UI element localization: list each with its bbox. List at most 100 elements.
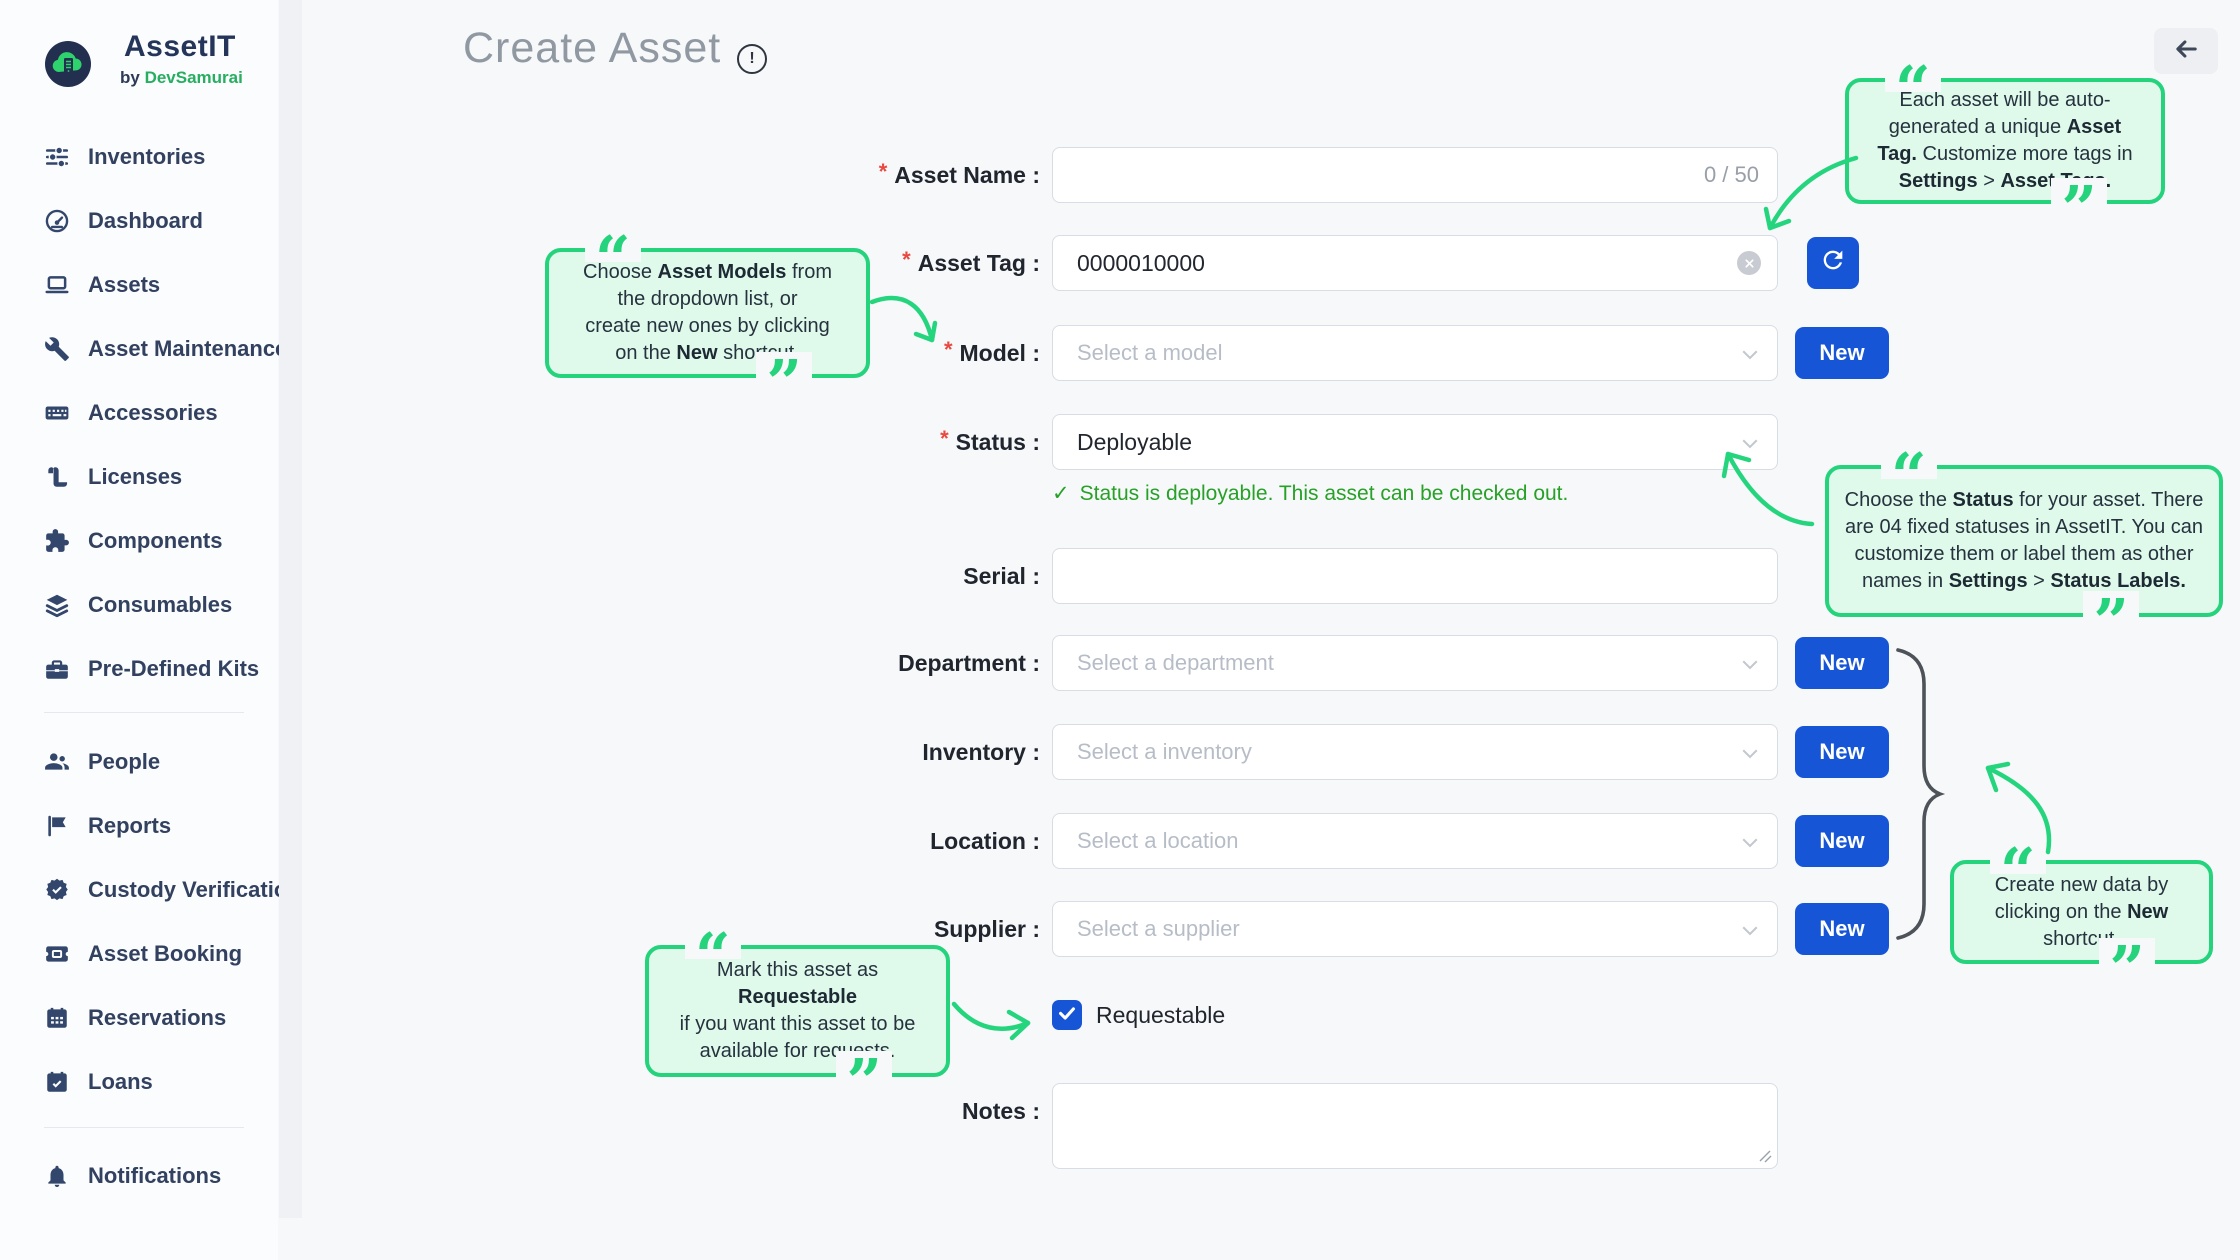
new-supplier-button[interactable]: New (1795, 903, 1889, 955)
byline-prefix: by (120, 68, 140, 87)
requestable-checkbox[interactable] (1052, 1000, 1082, 1030)
select-placeholder: Select a department (1053, 650, 1274, 676)
label-text: Inventory : (922, 739, 1040, 766)
callout-status: “ Choose the Status for your asset. Ther… (1825, 465, 2223, 617)
notes-label: Notes : (640, 1083, 1040, 1139)
layers-icon (44, 592, 70, 618)
arrow-to-model (866, 286, 950, 358)
sidebar-item-label: Components (88, 528, 222, 554)
sidebar-item-asset-maintenance[interactable]: Asset Maintenance (0, 317, 278, 381)
sidebar-item-reports[interactable]: Reports (0, 794, 278, 858)
serial-label: Serial : (640, 548, 1040, 604)
sidebar-item-consumables[interactable]: Consumables (0, 573, 278, 637)
badge-check-icon (44, 877, 70, 903)
keyboard-icon (44, 400, 70, 426)
sidebar-item-notifications[interactable]: Notifications (0, 1144, 278, 1208)
sidebar-item-components[interactable]: Components (0, 509, 278, 573)
regenerate-tag-button[interactable] (1807, 237, 1859, 289)
required-asterisk: * (879, 159, 888, 185)
department-select[interactable]: Select a department (1052, 635, 1778, 691)
sidebar-item-custody-verification[interactable]: Custody Verification (0, 858, 278, 922)
users-icon (44, 749, 70, 775)
brace-new-buttons (1890, 646, 1946, 942)
sidebar-item-label: Pre-Defined Kits (88, 656, 259, 682)
page-title: Create Asset (463, 24, 721, 73)
asset-name-field: 0 / 50 (1052, 147, 1778, 203)
arrow-to-requestable (948, 996, 1040, 1048)
asset-name-input[interactable] (1053, 148, 1777, 202)
info-icon[interactable]: ! (737, 44, 767, 74)
sidebar-item-label: Accessories (88, 400, 218, 426)
new-location-button[interactable]: New (1795, 815, 1889, 867)
new-inventory-button[interactable]: New (1795, 726, 1889, 778)
notes-textarea[interactable] (1053, 1084, 1777, 1168)
arrow-left-icon (2173, 36, 2199, 67)
sidebar-item-assets[interactable]: Assets (0, 253, 278, 317)
open-quote-icon: “ (585, 228, 641, 262)
chevron-down-icon (1741, 347, 1759, 359)
scrollbar-track[interactable] (279, 0, 302, 1218)
close-quote-icon: ” (836, 1051, 892, 1085)
chevron-down-icon (1741, 657, 1759, 669)
sidebar-divider (44, 1127, 244, 1128)
puzzle-icon (44, 528, 70, 554)
serial-field (1052, 548, 1778, 604)
sidebar-item-label: Loans (88, 1069, 153, 1095)
serial-input[interactable] (1053, 549, 1777, 603)
asset-tag-field (1052, 235, 1778, 291)
sidebar-item-asset-booking[interactable]: Asset Booking (0, 922, 278, 986)
calendar-check-icon (44, 1069, 70, 1095)
sidebar-item-label: Consumables (88, 592, 232, 618)
flag-icon (44, 813, 70, 839)
resize-handle-icon[interactable] (1758, 1149, 1772, 1163)
open-quote-icon: “ (1881, 445, 1937, 479)
app-byline: by DevSamurai (120, 68, 243, 88)
sidebar-item-label: Asset Booking (88, 941, 242, 967)
requestable-label: Requestable (1096, 1000, 1225, 1030)
chevron-down-icon (1741, 835, 1759, 847)
chevron-down-icon (1741, 746, 1759, 758)
sidebar-item-accessories[interactable]: Accessories (0, 381, 278, 445)
sidebar-item-inventories[interactable]: Inventories (0, 125, 278, 189)
required-asterisk: * (940, 426, 949, 452)
model-select[interactable]: Select a model (1052, 325, 1778, 381)
sidebar-item-people[interactable]: People (0, 730, 278, 794)
callout-new-shortcut: “ Create new data byclicking on the News… (1950, 860, 2213, 964)
create-asset-screen: AssetIT by DevSamurai Inventories Dashbo… (0, 0, 2240, 1260)
arrow-to-brace (1968, 756, 2064, 860)
sidebar-item-loans[interactable]: Loans (0, 1050, 278, 1114)
sidebar-item-licenses[interactable]: Licenses (0, 445, 278, 509)
sidebar-item-label: Notifications (88, 1163, 221, 1189)
laptop-icon (44, 272, 70, 298)
select-placeholder: Select a supplier (1053, 916, 1240, 942)
sidebar-item-reservations[interactable]: Reservations (0, 986, 278, 1050)
sidebar-item-label: Custody Verification (88, 877, 301, 903)
department-label: Department : (640, 635, 1040, 691)
close-quote-icon: ” (756, 352, 812, 386)
sidebar-item-pre-defined-kits[interactable]: Pre-Defined Kits (0, 637, 278, 701)
close-quote-icon: ” (2083, 591, 2139, 625)
supplier-select[interactable]: Select a supplier (1052, 901, 1778, 957)
new-model-button[interactable]: New (1795, 327, 1889, 379)
sidebar-item-label: People (88, 749, 160, 775)
back-button[interactable] (2154, 28, 2218, 74)
inventory-select[interactable]: Select a inventory (1052, 724, 1778, 780)
label-text: Status : (956, 429, 1040, 456)
clear-icon[interactable] (1737, 251, 1761, 275)
sidebar-item-label: Licenses (88, 464, 182, 490)
asset-tag-input[interactable] (1053, 236, 1777, 290)
label-text: Model : (960, 340, 1041, 367)
new-department-button[interactable]: New (1795, 637, 1889, 689)
info-glyph: ! (749, 50, 754, 68)
open-quote-icon: “ (1885, 58, 1941, 92)
label-text: Asset Name : (894, 162, 1040, 189)
status-select[interactable]: Deployable (1052, 414, 1778, 470)
chevron-down-icon (1741, 923, 1759, 935)
label-text: Department : (898, 650, 1040, 677)
required-asterisk: * (902, 247, 911, 273)
sidebar-item-dashboard[interactable]: Dashboard (0, 189, 278, 253)
status-message: ✓Status is deployable. This asset can be… (1052, 481, 1568, 506)
sidebar-item-label: Assets (88, 272, 160, 298)
asset-name-label: *Asset Name : (640, 147, 1040, 203)
location-select[interactable]: Select a location (1052, 813, 1778, 869)
